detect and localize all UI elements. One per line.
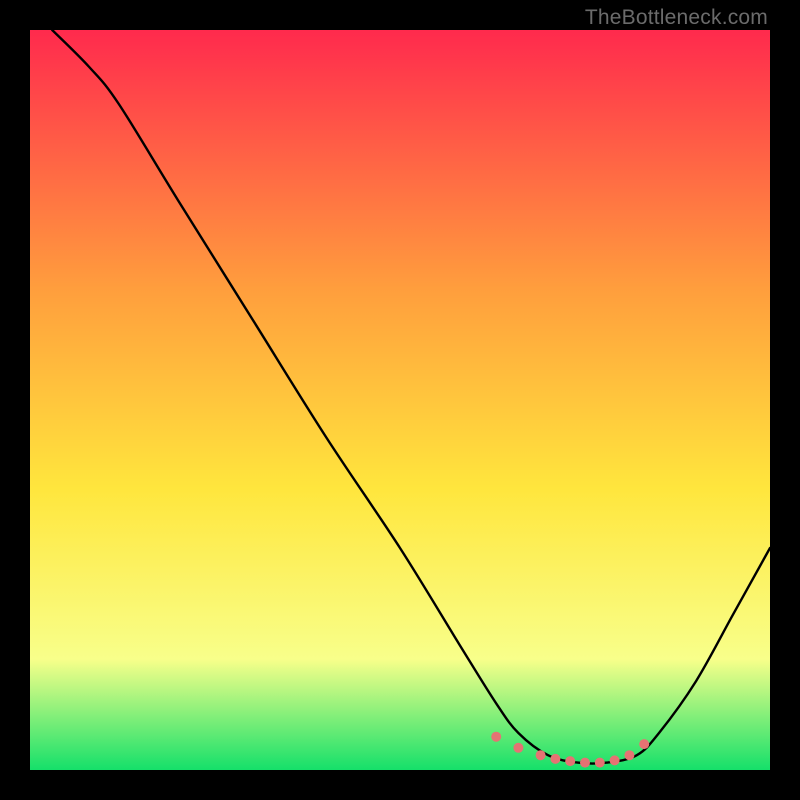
- watermark-text: TheBottleneck.com: [585, 6, 768, 30]
- minimum-dot: [624, 750, 634, 760]
- minimum-dot: [491, 732, 501, 742]
- minimum-dot: [513, 743, 523, 753]
- chart-container: [30, 30, 770, 770]
- minimum-dot: [595, 758, 605, 768]
- minimum-dot: [639, 739, 649, 749]
- minimum-dot: [550, 754, 560, 764]
- minimum-dot: [610, 755, 620, 765]
- minimum-dot: [536, 750, 546, 760]
- chart-svg: [30, 30, 770, 770]
- minimum-dot: [565, 756, 575, 766]
- minimum-dot: [580, 758, 590, 768]
